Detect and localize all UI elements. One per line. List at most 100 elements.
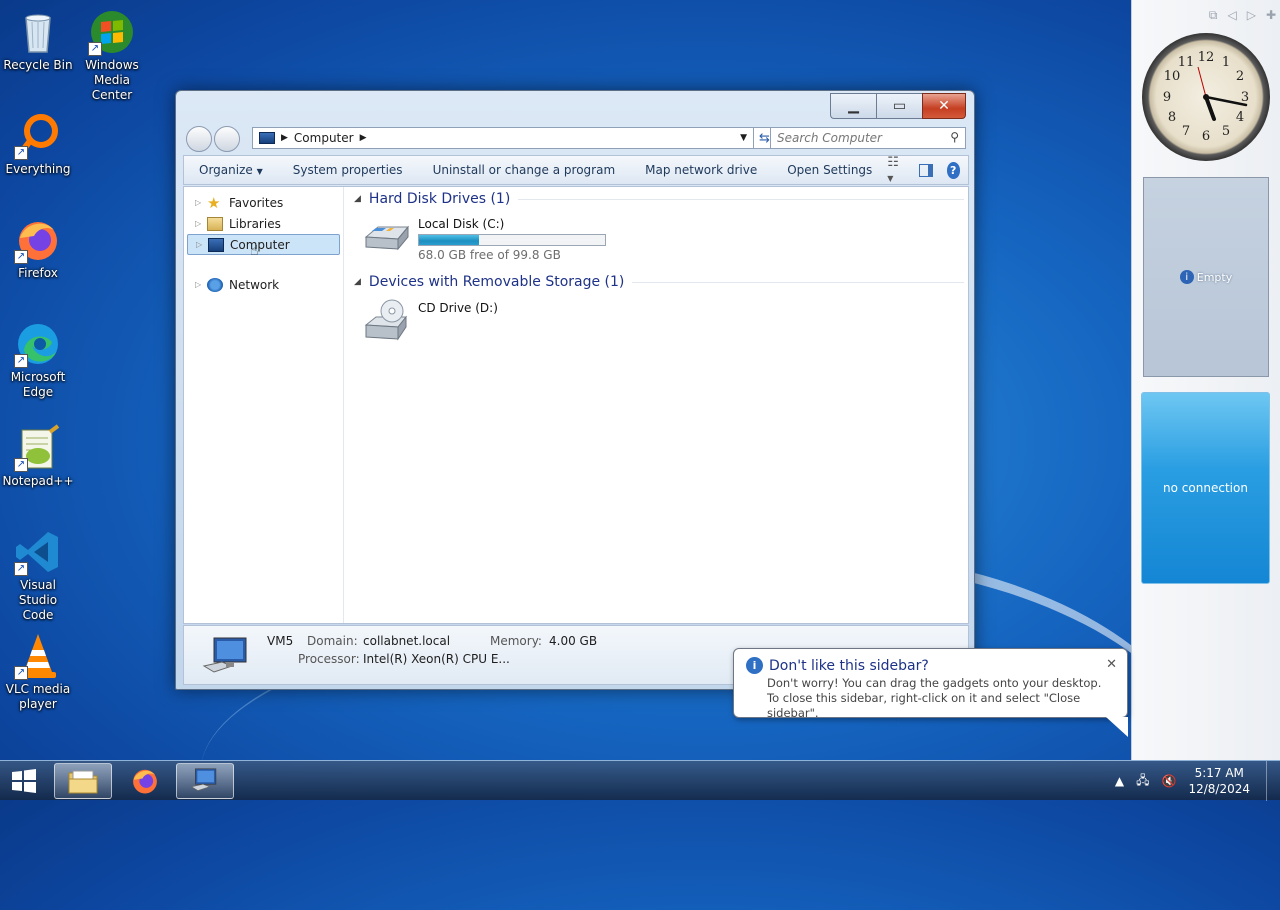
info-icon: i xyxy=(1179,270,1194,284)
vscode-icon: ↗ xyxy=(14,528,62,576)
forward-button[interactable] xyxy=(214,126,240,152)
firefox-icon: ↗ xyxy=(14,216,62,264)
desktop-icon-label: Everything xyxy=(5,162,71,176)
notification-text: Don't worry! You can drag the gadgets on… xyxy=(767,676,1102,720)
content-pane: ◢ Hard Disk Drives (1) Local Disk (C:) 6… xyxy=(352,187,968,623)
desktop-icon-label: Recycle Bin xyxy=(3,58,73,72)
taskbar-computer-window[interactable] xyxy=(176,763,234,799)
expand-icon[interactable]: ▷ xyxy=(196,240,208,249)
star-icon: ★ xyxy=(207,193,221,212)
search-icon[interactable]: ⚲ xyxy=(950,130,959,144)
desktop-icon-vlc[interactable]: ↗ VLC media player xyxy=(0,632,76,712)
disk-usage-fill xyxy=(419,235,479,245)
shortcut-arrow-icon: ↗ xyxy=(14,354,28,368)
taskbar-clock[interactable]: 5:17 AM 12/8/2024 xyxy=(1188,765,1250,797)
processor-label: Processor: xyxy=(298,652,360,666)
gadgets-icon[interactable]: ⧉ xyxy=(1209,8,1218,23)
divider xyxy=(518,198,964,200)
collapse-icon[interactable]: ◢ xyxy=(354,277,361,287)
change-view-icon[interactable]: ☷ ▼ xyxy=(887,155,904,185)
system-properties-button[interactable]: System properties xyxy=(278,163,418,177)
computer-icon xyxy=(202,636,252,678)
desktop-icon-everything[interactable]: ↗ Everything xyxy=(0,112,76,177)
info-icon: i xyxy=(746,657,763,674)
svg-text:7: 7 xyxy=(1182,124,1190,139)
drive-local-disk-c[interactable]: Local Disk (C:) 68.0 GB free of 99.8 GB xyxy=(362,215,606,262)
command-bar: Organize ▼ System properties Uninstall o… xyxy=(183,155,969,185)
empty-gadget[interactable]: i Empty xyxy=(1143,177,1269,377)
edge-icon: ↗ xyxy=(14,320,62,368)
uninstall-program-button[interactable]: Uninstall or change a program xyxy=(418,163,631,177)
show-desktop-button[interactable] xyxy=(1266,761,1280,801)
search-input[interactable]: Search Computer ⚲ xyxy=(770,127,966,149)
map-network-drive-button[interactable]: Map network drive xyxy=(630,163,772,177)
close-icon[interactable]: ✕ xyxy=(1106,657,1117,672)
desktop-icon-recycle-bin[interactable]: Recycle Bin xyxy=(0,8,76,73)
expand-icon[interactable]: ▷ xyxy=(195,219,207,228)
nav-item-computer[interactable]: ▷ Computer ☝ xyxy=(187,234,340,259)
open-settings-button[interactable]: Open Settings xyxy=(772,163,887,177)
desktop-icon-firefox[interactable]: ↗ Firefox xyxy=(0,216,76,281)
organize-button[interactable]: Organize ▼ xyxy=(184,163,278,177)
expand-icon[interactable]: ▷ xyxy=(195,198,207,207)
breadcrumb-computer[interactable]: Computer xyxy=(294,131,354,145)
weather-gadget[interactable]: no connection xyxy=(1141,392,1270,584)
volume-muted-icon[interactable]: 🔇 xyxy=(1162,774,1177,788)
nav-item-libraries[interactable]: ▷ Libraries xyxy=(187,213,340,234)
previous-icon[interactable]: ◁ xyxy=(1227,8,1236,23)
group-hard-disk-drives[interactable]: ◢ Hard Disk Drives (1) xyxy=(354,187,964,211)
desktop-icon-notepadpp[interactable]: ↗ Notepad++ xyxy=(0,424,76,489)
nav-item-favorites[interactable]: ▷ ★ Favorites xyxy=(187,192,340,213)
next-icon[interactable]: ▷ xyxy=(1247,8,1256,23)
domain-label: Domain: xyxy=(307,634,358,648)
svg-text:4: 4 xyxy=(1236,110,1244,125)
group-removable-storage[interactable]: ◢ Devices with Removable Storage (1) xyxy=(354,270,964,294)
drive-name: Local Disk (C:) xyxy=(418,217,505,231)
desktop-icon-windows-media-center[interactable]: ↗ Windows Media Center xyxy=(74,8,150,103)
divider xyxy=(632,281,964,283)
mouse-cursor-icon: ☝ xyxy=(250,243,259,259)
address-bar[interactable]: ▶ Computer ▶ ▼ xyxy=(252,127,754,149)
minimize-button[interactable]: ▁ xyxy=(830,93,876,119)
drive-cd-d[interactable]: CD Drive (D:) xyxy=(362,299,498,343)
desktop-icon-label: VLC media player xyxy=(5,682,71,711)
show-hidden-icons-icon[interactable]: ▲ xyxy=(1115,774,1124,788)
breadcrumb-separator-icon: ▶ xyxy=(281,133,288,143)
svg-text:11: 11 xyxy=(1178,55,1195,70)
balloon-tail xyxy=(1106,717,1128,737)
desktop-icon-microsoft-edge[interactable]: ↗ Microsoft Edge xyxy=(0,320,76,400)
search-placeholder: Search Computer xyxy=(777,131,882,145)
sidebar-notification[interactable]: i Don't like this sidebar? Don't worry! Y… xyxy=(733,648,1128,737)
explorer-window[interactable]: ▁ ▭ ✕ ▶ Computer ▶ ▼ ⇆ Search Computer ⚲… xyxy=(175,90,975,690)
collapse-icon[interactable]: ◢ xyxy=(354,194,361,204)
clock-gadget[interactable]: 12 1 2 3 4567 8 9 10 11 xyxy=(1142,33,1270,161)
shortcut-arrow-icon: ↗ xyxy=(14,458,28,472)
shortcut-arrow-icon: ↗ xyxy=(14,562,28,576)
preview-pane-icon[interactable] xyxy=(918,163,933,177)
clock-date: 12/8/2024 xyxy=(1188,782,1250,796)
svg-text:2: 2 xyxy=(1236,69,1244,84)
maximize-button[interactable]: ▭ xyxy=(876,93,922,119)
breadcrumb-separator-icon[interactable]: ▶ xyxy=(360,133,367,143)
address-dropdown-icon[interactable]: ▼ xyxy=(740,133,747,143)
everything-icon: ↗ xyxy=(14,112,62,160)
hard-drive-icon xyxy=(362,215,410,259)
close-button[interactable]: ✕ xyxy=(922,93,966,119)
taskbar-file-explorer[interactable] xyxy=(54,763,112,799)
shortcut-arrow-icon: ↗ xyxy=(14,146,28,160)
back-button[interactable] xyxy=(186,126,212,152)
network-icon[interactable]: 🖧 xyxy=(1136,771,1149,792)
recycle-bin-icon xyxy=(14,8,62,56)
start-button[interactable] xyxy=(4,763,44,799)
taskbar-firefox[interactable] xyxy=(116,763,174,799)
expand-icon[interactable]: ▷ xyxy=(195,280,207,289)
help-icon[interactable]: ? xyxy=(946,161,960,179)
svg-text:9: 9 xyxy=(1163,90,1171,105)
add-gadget-icon[interactable]: ✚ xyxy=(1266,8,1276,23)
desktop-icon-vscode[interactable]: ↗ Visual Studio Code xyxy=(0,528,76,623)
computer-name: VM5 xyxy=(267,634,294,648)
gadget-sidebar[interactable]: ⧉ ◁ ▷ ✚ 12 1 2 3 4567 8 9 10 11 i Empty no con… xyxy=(1131,0,1280,760)
nav-item-network[interactable]: ▷ Network xyxy=(187,274,340,295)
notepadpp-icon: ↗ xyxy=(14,424,62,472)
processor-value: Intel(R) Xeon(R) CPU E... xyxy=(363,652,510,666)
